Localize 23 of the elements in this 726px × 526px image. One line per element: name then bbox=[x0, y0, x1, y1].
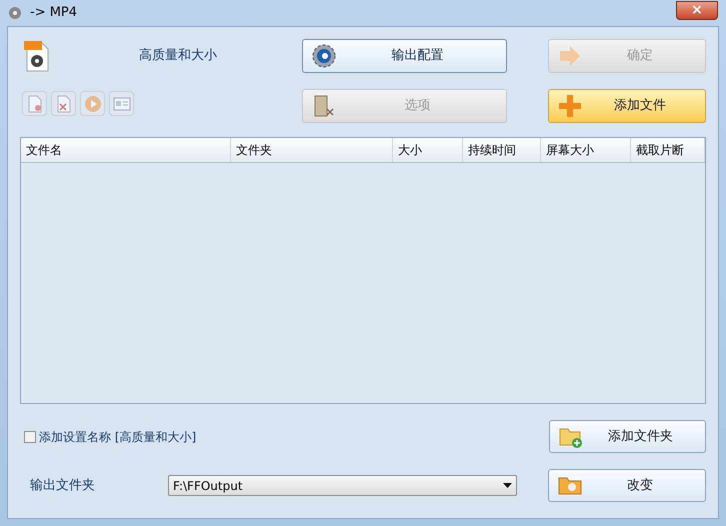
change-button[interactable]: 改变 bbox=[548, 469, 706, 502]
add-file-button[interactable]: 添加文件 bbox=[548, 89, 706, 123]
output-folder-label: 输出文件夹 bbox=[30, 476, 96, 495]
column-header[interactable]: 大小 bbox=[393, 138, 463, 162]
preset-label: 高质量和大小 bbox=[139, 47, 217, 66]
checkbox[interactable] bbox=[24, 430, 36, 442]
folder-icon bbox=[557, 474, 583, 496]
gear-icon bbox=[311, 43, 337, 69]
output-config-button[interactable]: 输出配置 bbox=[302, 39, 507, 73]
window-title: -> MP4 bbox=[30, 4, 78, 22]
column-header[interactable]: 持续时间 bbox=[463, 138, 541, 162]
output-folder-dropdown[interactable]: F:\FFOutput bbox=[168, 475, 517, 496]
column-header[interactable]: 文件夹 bbox=[231, 138, 393, 162]
add-folder-button[interactable]: 添加文件夹 bbox=[548, 420, 706, 453]
column-header[interactable]: 屏幕大小 bbox=[541, 138, 631, 162]
column-header[interactable]: 文件名 bbox=[21, 138, 231, 162]
dropdown-arrow-icon bbox=[503, 483, 512, 488]
checkbox-label: 添加设置名称 [高质量和大小] bbox=[39, 428, 196, 446]
plus-icon bbox=[557, 93, 583, 119]
column-header[interactable]: 截取片断 bbox=[631, 138, 705, 162]
app-icon bbox=[8, 6, 22, 20]
mp4-file-icon bbox=[23, 39, 51, 73]
arrow-icon bbox=[557, 43, 583, 69]
